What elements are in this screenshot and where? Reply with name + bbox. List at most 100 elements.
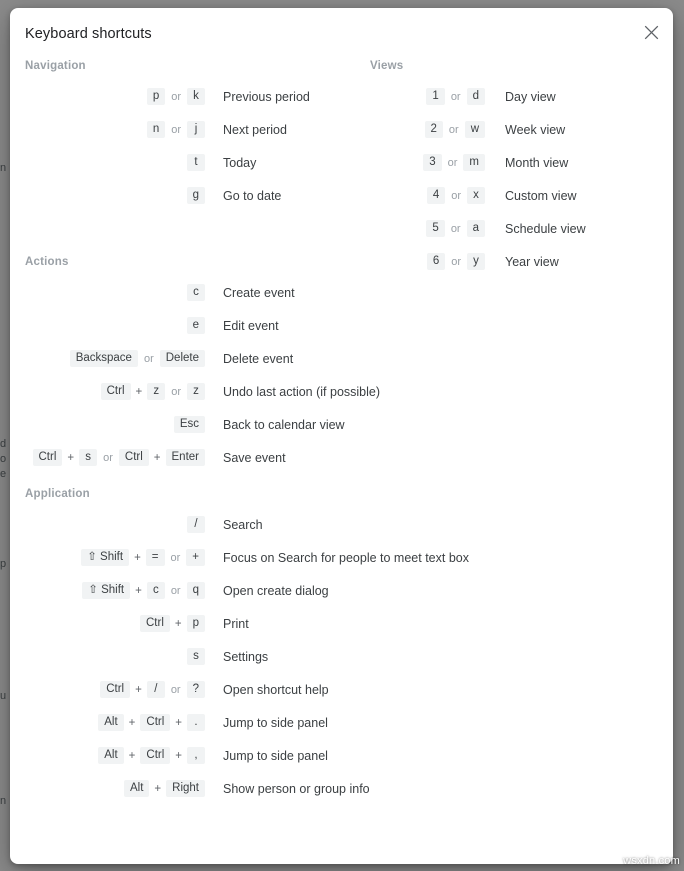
shortcut-description: Day view xyxy=(505,89,556,104)
key-cap: 6 xyxy=(426,253,446,270)
shortcut-row: e Edit event xyxy=(10,309,355,342)
key-cap: c xyxy=(146,582,165,599)
shortcut-keys: 3 or m xyxy=(355,154,485,171)
key-cap: = xyxy=(145,549,165,566)
section-application: Application / Search ⇧ Shift + = or + Focus on … xyxy=(10,488,469,805)
key-separator-plus: + xyxy=(153,451,161,464)
rows-actions: c Create event e Edit event Backspace or Delet… xyxy=(10,276,380,474)
close-icon[interactable] xyxy=(635,16,667,48)
shortcut-row: / Search xyxy=(10,508,355,541)
key-cap: a xyxy=(466,220,485,237)
key-cap: k xyxy=(187,88,205,105)
key-cap: Ctrl xyxy=(140,747,171,764)
rows-navigation: p or k Previous period n or j Next period t Today… xyxy=(10,80,355,212)
shortcut-keys: p or k xyxy=(10,88,205,105)
shortcut-row: t Today xyxy=(10,146,355,179)
shortcut-row: Backspace or Delete Delete event xyxy=(10,342,355,375)
page-title: Keyboard shortcuts xyxy=(25,26,152,42)
shortcut-row: Ctrl + z or z Undo last action (if possible) xyxy=(10,375,380,408)
key-cap: e xyxy=(186,317,205,334)
shortcut-description: Delete event xyxy=(223,351,294,366)
key-separator-or: or xyxy=(448,123,459,136)
key-cap: , xyxy=(187,747,205,764)
keyboard-shortcuts-dialog: Keyboard shortcuts Navigation p or k Previo… xyxy=(10,8,673,864)
key-cap: 5 xyxy=(426,220,445,237)
shortcut-description: Edit event xyxy=(223,318,279,333)
key-cap: 3 xyxy=(423,154,442,171)
shortcut-keys: s xyxy=(10,648,205,665)
key-cap: / xyxy=(146,681,165,698)
shortcut-row: 6 or y Year view xyxy=(355,245,673,278)
key-cap: Ctrl xyxy=(139,615,170,632)
shortcut-description: Custom view xyxy=(505,188,577,203)
shortcut-description: Save event xyxy=(223,450,286,465)
key-cap: Alt xyxy=(98,747,124,764)
shortcut-row: 1 or d Day view xyxy=(355,80,673,113)
shortcut-description: Next period xyxy=(223,122,287,137)
key-cap: y xyxy=(467,253,485,270)
key-cap: ⇧ Shift xyxy=(81,549,130,566)
shortcut-description: Show person or group info xyxy=(223,781,370,796)
shortcut-keys: g xyxy=(10,187,205,204)
key-cap: . xyxy=(187,714,205,731)
key-cap: Ctrl xyxy=(118,449,149,466)
key-cap: w xyxy=(464,121,485,138)
shortcut-keys: 1 or d xyxy=(355,88,485,105)
key-cap: x xyxy=(467,187,485,204)
shortcut-keys: ⇧ Shift + c or q xyxy=(10,582,205,599)
shortcut-row: Alt + Ctrl +. Jump to side panel xyxy=(10,706,355,739)
shortcut-row: Alt + Right Show person or group info xyxy=(10,772,370,805)
key-separator-plus: + xyxy=(67,451,75,464)
key-cap: p xyxy=(186,615,205,632)
shortcut-keys: Ctrl + p xyxy=(10,615,205,632)
shortcut-keys: Ctrl + s or Ctrl + Enter xyxy=(10,449,205,466)
section-actions: Actions c Create event e Edit event Backspac… xyxy=(10,256,380,474)
shortcut-keys: Alt + Ctrl +, xyxy=(10,747,205,764)
key-cap: c xyxy=(187,284,205,301)
key-cap: z xyxy=(187,383,205,400)
key-cap: Esc xyxy=(173,416,205,433)
section-title-views: Views xyxy=(370,60,404,72)
shortcut-description: Jump to side panel xyxy=(223,715,328,730)
shortcut-row: Ctrl + p Print xyxy=(10,607,355,640)
key-cap: ⇧ Shift xyxy=(82,582,131,599)
key-separator-or: or xyxy=(170,683,181,696)
key-cap: p xyxy=(146,88,166,105)
shortcut-row: Ctrl + / or? Open shortcut help xyxy=(10,673,355,706)
key-cap: Ctrl xyxy=(100,681,131,698)
key-cap: ? xyxy=(186,681,205,698)
key-cap: n xyxy=(146,121,166,138)
shortcut-description: Previous period xyxy=(223,89,310,104)
shortcut-row: ⇧ Shift + = or + Focus on Search for people t… xyxy=(10,541,469,574)
key-separator-or: or xyxy=(171,385,181,398)
shortcut-row: c Create event xyxy=(10,276,355,309)
key-separator-or: or xyxy=(447,156,458,169)
shortcut-description: Year view xyxy=(505,254,559,269)
shortcut-row: 4 or x Custom view xyxy=(355,179,673,212)
shortcut-keys: 4 or x xyxy=(355,187,485,204)
shortcut-row: ⇧ Shift + c or q Open create dialog xyxy=(10,574,355,607)
key-separator-plus: + xyxy=(128,749,136,762)
rows-views: 1 or d Day view 2 or w Week view 3 or m Month view 4… xyxy=(355,80,673,278)
key-separator-or: or xyxy=(171,90,181,103)
shortcut-row: n or j Next period xyxy=(10,113,355,146)
shortcut-row: Esc Back to calendar view xyxy=(10,408,355,441)
key-separator-plus: + xyxy=(154,782,162,795)
key-separator-plus: + xyxy=(135,683,142,696)
key-cap: z xyxy=(147,383,166,400)
key-cap: 4 xyxy=(426,187,446,204)
key-separator-or: or xyxy=(170,584,181,597)
shortcut-keys: ⇧ Shift + = or + xyxy=(10,549,205,566)
key-cap: Ctrl xyxy=(100,383,131,400)
key-separator-or: or xyxy=(451,255,461,268)
key-separator-or: or xyxy=(450,222,461,235)
shortcut-row: s Settings xyxy=(10,640,355,673)
key-separator-or: or xyxy=(103,451,113,464)
shortcut-description: Jump to side panel xyxy=(223,748,328,763)
shortcut-keys: Alt + Ctrl +. xyxy=(10,714,205,731)
key-separator-or: or xyxy=(450,90,461,103)
key-cap: s xyxy=(187,648,205,665)
key-separator-plus: + xyxy=(135,385,143,398)
shortcut-description: Open shortcut help xyxy=(223,682,329,697)
shortcut-keys: c xyxy=(10,284,205,301)
